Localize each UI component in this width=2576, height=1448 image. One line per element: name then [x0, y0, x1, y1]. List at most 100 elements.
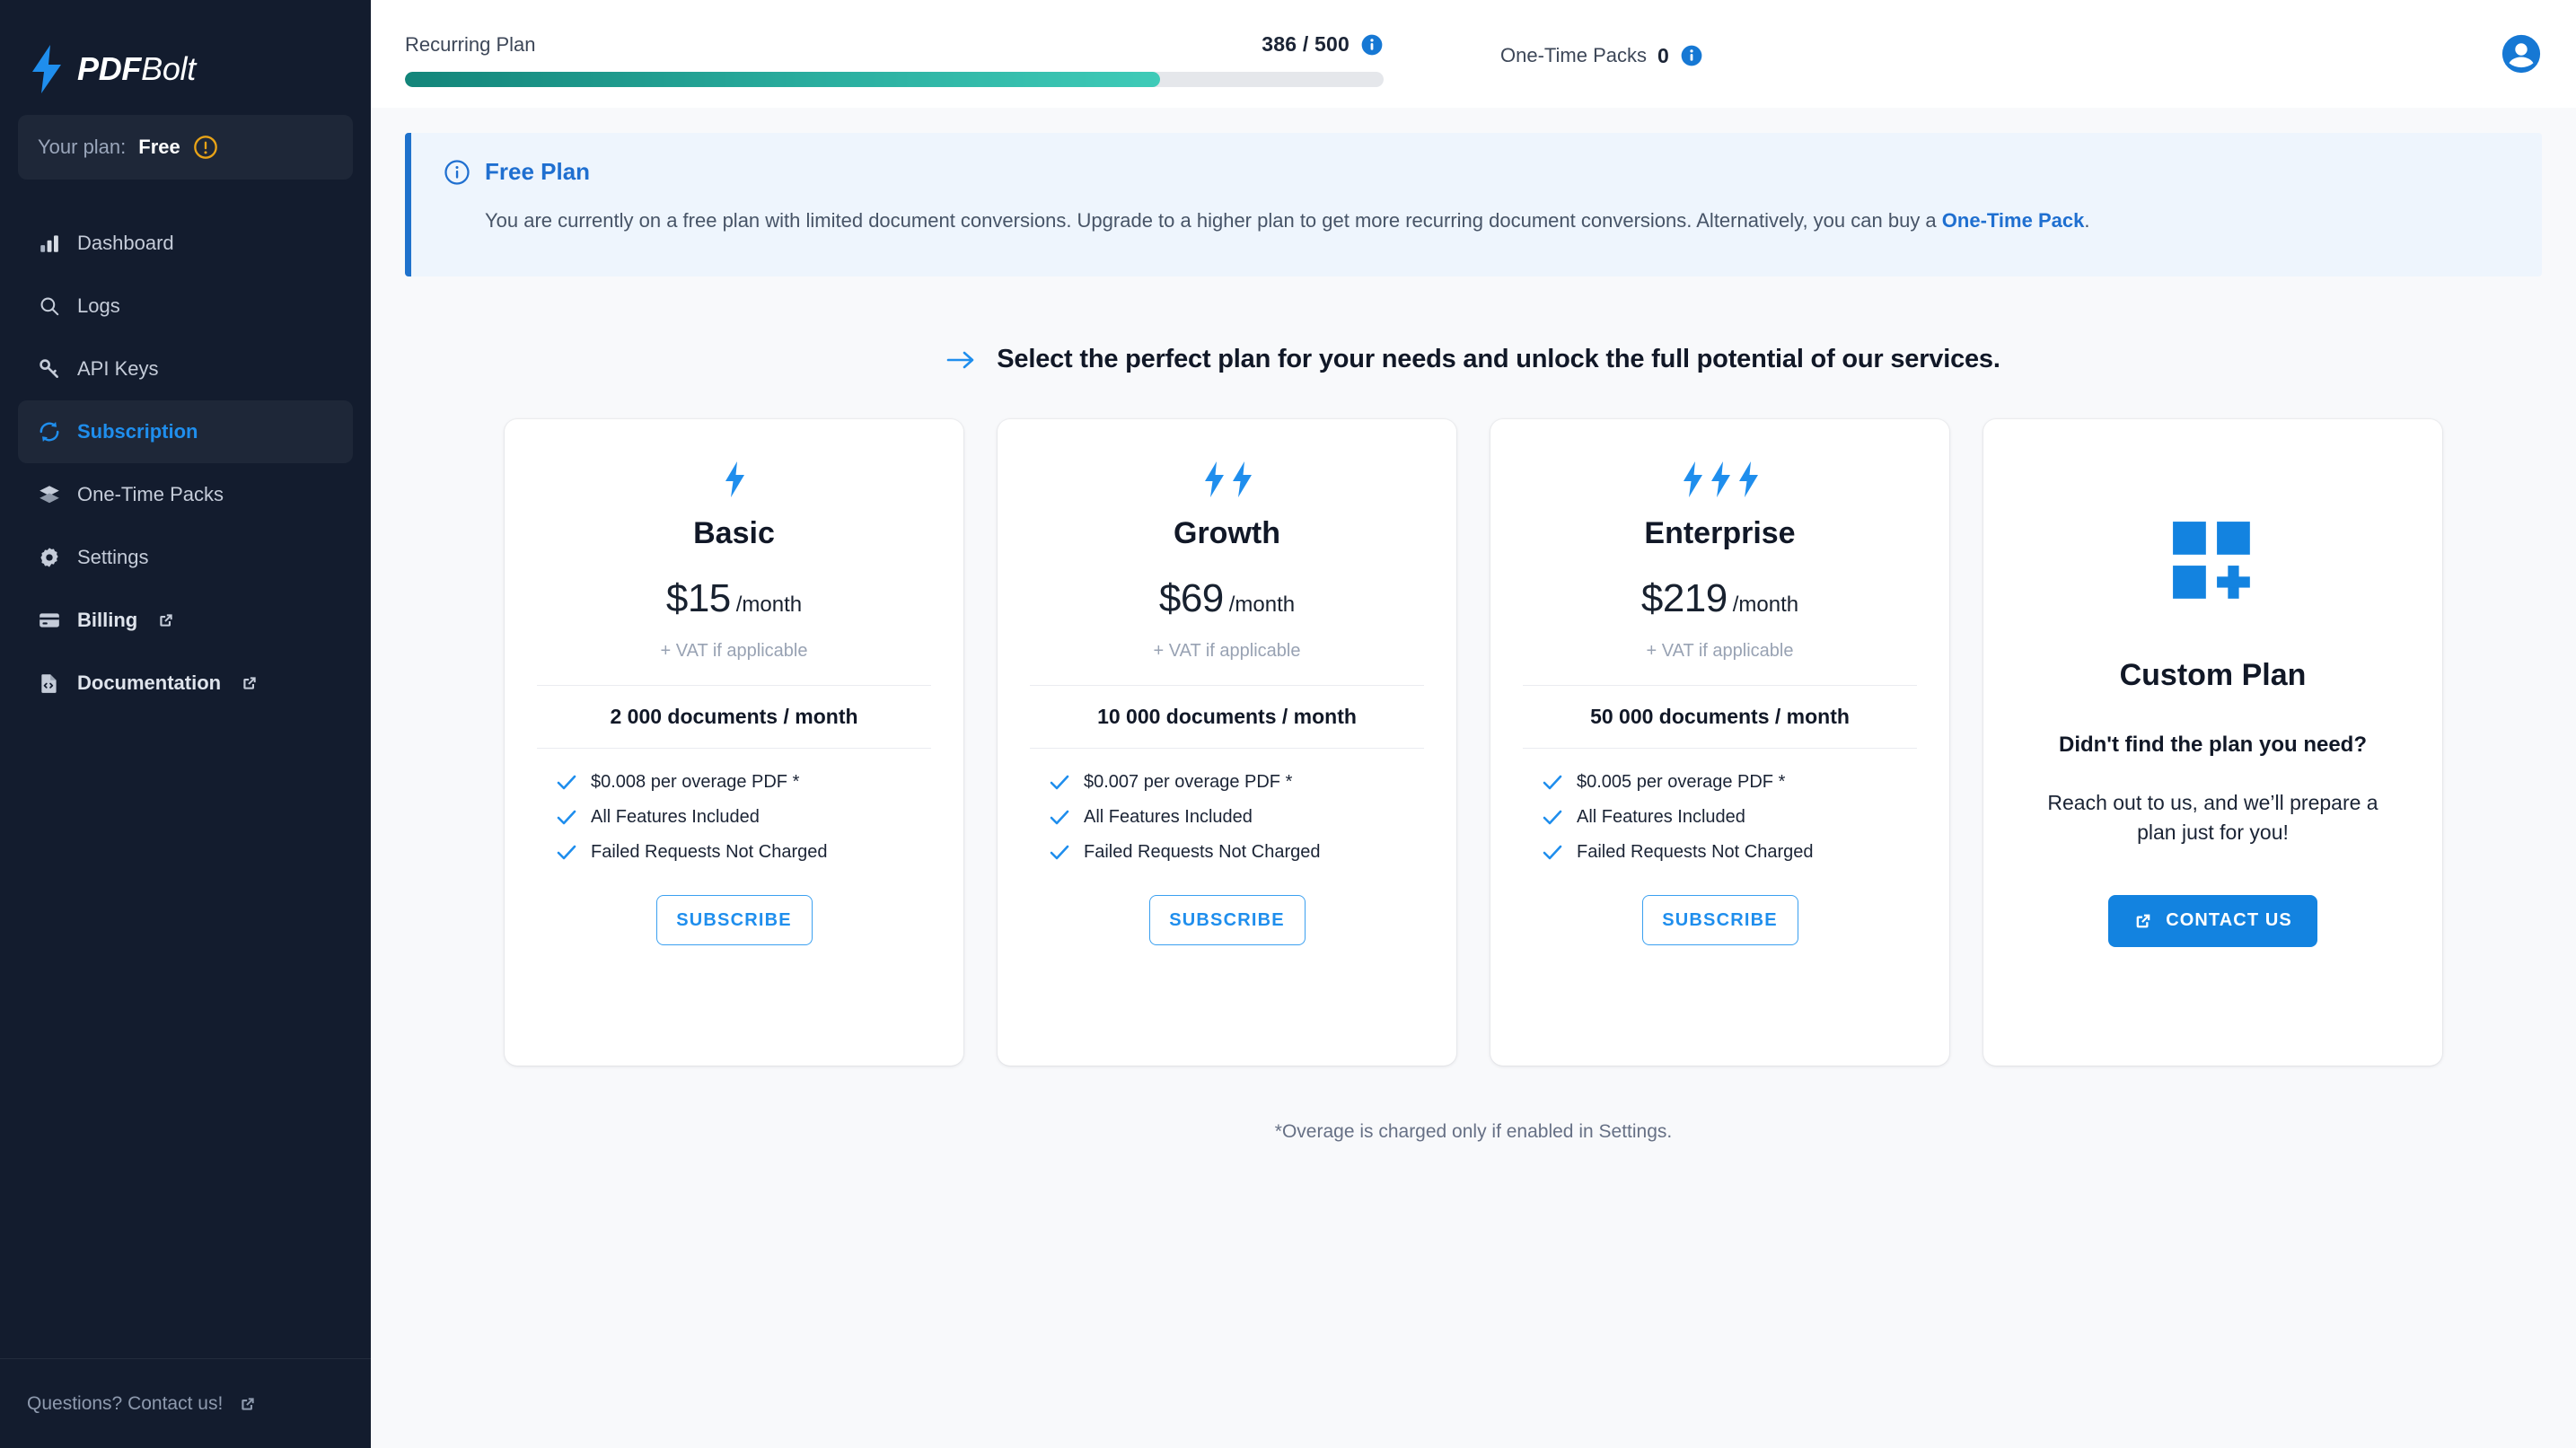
plan-price: $15 /month — [666, 576, 802, 621]
info-circle-icon[interactable] — [1360, 33, 1384, 57]
contact-us-label: CONTACT US — [2166, 910, 2292, 931]
plan-card-custom[interactable]: Custom Plan Didn't find the plan you nee… — [1983, 419, 2442, 1066]
account-circle-icon — [2501, 33, 2542, 75]
sidebar-item-label: Subscription — [77, 420, 198, 443]
brand-name: PDFBolt — [77, 53, 196, 85]
plans-headline: Select the perfect plan for your needs a… — [405, 345, 2542, 374]
sidebar-item-dashboard[interactable]: Dashboard — [18, 212, 353, 275]
plan-features: $0.005 per overage PDF * All Features In… — [1523, 772, 1917, 863]
sidebar-item-settings[interactable]: Settings — [18, 526, 353, 589]
plan-quota: 2 000 documents / month — [537, 685, 931, 749]
external-link-icon — [235, 1395, 257, 1413]
recurring-plan-meter: Recurring Plan 386 / 500 — [405, 22, 1384, 87]
plan-feature-label: All Features Included — [1577, 807, 1745, 827]
recurring-plan-row: Recurring Plan 386 / 500 — [405, 27, 1384, 63]
plan-feature: Failed Requests Not Charged — [1543, 842, 1917, 863]
plan-feature: $0.005 per overage PDF * — [1543, 772, 1917, 793]
plan-features: $0.008 per overage PDF * All Features In… — [537, 772, 931, 863]
plan-price-period: /month — [1228, 592, 1296, 617]
external-link-icon — [154, 611, 175, 629]
custom-plan-text: Reach out to us, and we’ll prepare a pla… — [2047, 791, 2378, 845]
plans-headline-text: Select the perfect plan for your needs a… — [997, 345, 2000, 373]
sidebar-contact-link[interactable]: Questions? Contact us! — [0, 1358, 371, 1448]
recurring-plan-count-text: 386 / 500 — [1262, 32, 1350, 56]
refresh-icon — [38, 420, 61, 443]
sidebar-item-logs[interactable]: Logs — [18, 275, 353, 338]
plan-bolts — [722, 455, 746, 504]
notice-text-after: . — [2084, 209, 2090, 232]
plan-card-growth[interactable]: Growth $69 /month + VAT if applicable 10… — [998, 419, 1456, 1066]
plan-feature: All Features Included — [557, 807, 931, 828]
sidebar: PDFBolt Your plan: Free Dashboard Logs A… — [0, 0, 371, 1448]
page-content: Free Plan You are currently on a free pl… — [371, 108, 2576, 1448]
document-code-icon — [38, 671, 61, 695]
current-plan-label: Your plan: — [38, 136, 127, 158]
lightning-bolt-icon — [1739, 461, 1758, 497]
plan-vat-note: + VAT if applicable — [1646, 641, 1794, 661]
plan-quota: 10 000 documents / month — [1030, 685, 1424, 749]
current-plan-value: Free — [138, 136, 180, 158]
app-root: PDFBolt Your plan: Free Dashboard Logs A… — [0, 0, 2576, 1448]
check-icon — [1050, 775, 1069, 789]
external-link-icon — [237, 674, 259, 692]
plan-feature: All Features Included — [1050, 807, 1424, 828]
check-icon — [1543, 775, 1562, 789]
subscribe-button[interactable]: SUBSCRIBE — [1641, 895, 1798, 945]
overage-footnote: *Overage is charged only if enabled in S… — [1274, 1121, 1673, 1142]
plan-card-enterprise[interactable]: Enterprise $219 /month + VAT if applicab… — [1490, 419, 1949, 1066]
sidebar-item-label: Documentation — [77, 671, 222, 694]
plan-feature-label: Failed Requests Not Charged — [591, 842, 828, 862]
plan-feature-label: All Features Included — [591, 807, 760, 827]
free-plan-notice-body: You are currently on a free plan with li… — [485, 206, 2510, 235]
alert-circle-icon — [193, 135, 218, 160]
free-plan-notice: Free Plan You are currently on a free pl… — [405, 133, 2542, 276]
sidebar-item-one-time-packs[interactable]: One-Time Packs — [18, 463, 353, 526]
check-icon — [557, 775, 576, 789]
search-icon — [38, 294, 61, 318]
plan-feature-label: $0.008 per overage PDF * — [591, 772, 800, 792]
recurring-plan-progress-fill — [405, 71, 1161, 87]
info-circle-icon[interactable] — [1680, 44, 1703, 67]
sidebar-item-label: Dashboard — [77, 232, 174, 254]
key-icon — [38, 357, 61, 381]
sidebar-item-api-keys[interactable]: API Keys — [18, 338, 353, 400]
subscribe-button[interactable]: SUBSCRIBE — [655, 895, 813, 945]
plan-card-basic[interactable]: Basic $15 /month + VAT if applicable 2 0… — [505, 419, 963, 1066]
plan-price-period: /month — [1732, 592, 1799, 617]
subscribe-button[interactable]: SUBSCRIBE — [1148, 895, 1306, 945]
free-plan-notice-header: Free Plan — [444, 158, 2510, 186]
sidebar-item-subscription[interactable]: Subscription — [18, 400, 353, 463]
plan-feature: Failed Requests Not Charged — [557, 842, 931, 863]
info-circle-outline-icon — [444, 159, 470, 186]
recurring-plan-progress-track — [405, 71, 1384, 87]
sidebar-item-documentation[interactable]: Documentation — [18, 652, 353, 715]
sidebar-item-label: Settings — [77, 546, 149, 568]
sidebar-nav: Dashboard Logs API Keys Subscription One… — [0, 212, 371, 715]
plan-name: Basic — [693, 516, 775, 550]
sidebar-item-billing[interactable]: Billing — [18, 589, 353, 652]
one-time-pack-link[interactable]: One-Time Pack — [1942, 209, 2085, 232]
sidebar-contact-label: Questions? Contact us! — [27, 1392, 224, 1414]
topbar: Recurring Plan 386 / 500 One-Time Packs … — [371, 0, 2576, 108]
brand-name-bold: PDF — [77, 50, 142, 87]
free-plan-notice-title: Free Plan — [485, 158, 591, 185]
credit-card-icon — [38, 609, 61, 632]
sidebar-item-label: Logs — [77, 294, 120, 317]
arrow-right-icon — [946, 347, 979, 373]
account-menu-button[interactable] — [2501, 33, 2542, 75]
plan-cards: Basic $15 /month + VAT if applicable 2 0… — [405, 419, 2542, 1066]
plan-name: Growth — [1174, 516, 1280, 550]
plan-bolts — [1201, 455, 1253, 504]
lightning-bolt-icon — [1711, 461, 1730, 497]
lightning-bolt-icon — [1232, 461, 1252, 497]
recurring-plan-label: Recurring Plan — [405, 32, 536, 56]
contact-us-button[interactable]: CONTACT US — [2108, 894, 2317, 947]
lightning-bolt-icon — [1204, 461, 1224, 497]
plan-price-period: /month — [735, 592, 803, 617]
plan-quota: 50 000 documents / month — [1523, 685, 1917, 749]
bar-chart-icon — [38, 232, 61, 255]
brand-logo-area[interactable]: PDFBolt — [0, 0, 371, 110]
one-time-packs-count: 0 — [1657, 43, 1669, 67]
plan-vat-note: + VAT if applicable — [660, 641, 808, 661]
plan-features: $0.007 per overage PDF * All Features In… — [1030, 772, 1424, 863]
